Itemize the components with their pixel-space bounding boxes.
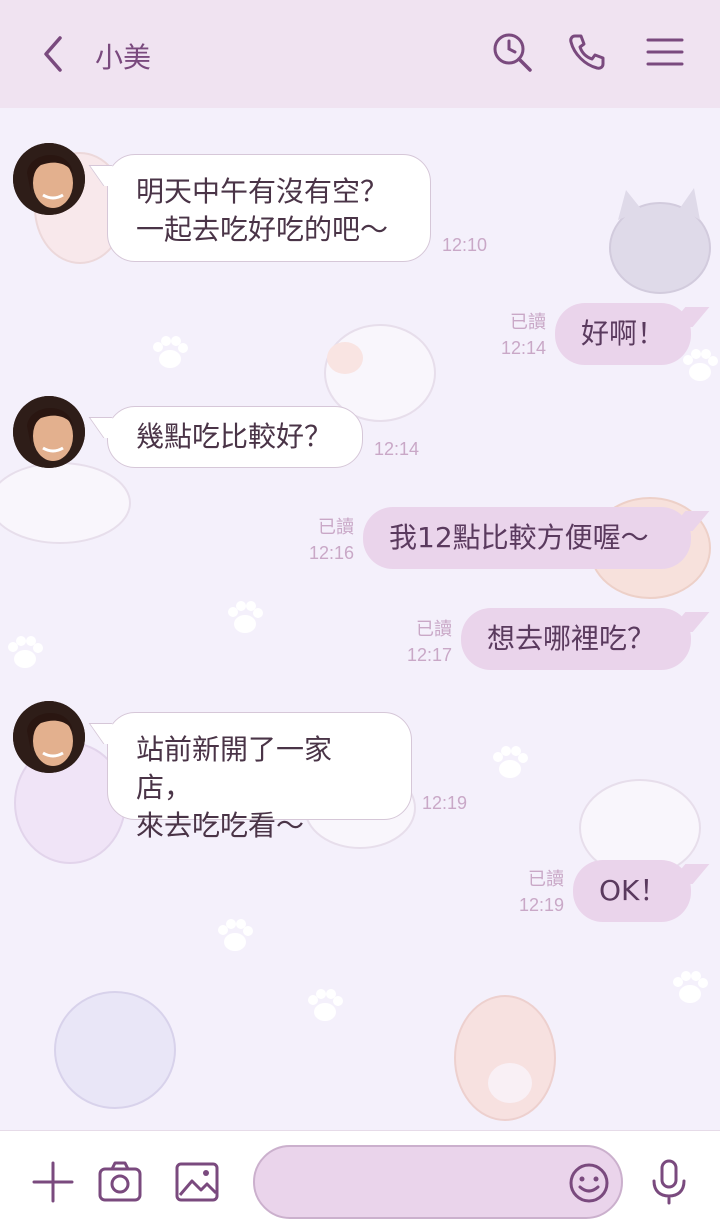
hamburger-menu-icon[interactable] (643, 30, 687, 74)
image-icon[interactable] (174, 1159, 220, 1205)
message-bubble-incoming: 站前新開了一家店， 來去吃吃看～ (107, 712, 412, 842)
message-text: 來去吃吃看～ (136, 809, 305, 842)
read-receipt: 已讀 (416, 619, 452, 639)
message-input-field[interactable] (253, 1145, 623, 1219)
message-time: 12:16 (308, 543, 354, 563)
chat-title: 小美 (95, 41, 152, 74)
message-meta: 已讀 12:14 (480, 309, 546, 361)
chat-header: 小美 (0, 0, 720, 108)
search-clock-icon[interactable] (490, 30, 534, 74)
message-time: 12:17 (406, 645, 452, 665)
message-bubble-outgoing: 好啊！ (555, 303, 691, 365)
message-text: 站前新開了一家店， (136, 733, 333, 804)
camera-icon[interactable] (97, 1159, 143, 1205)
contact-avatar[interactable] (13, 396, 85, 468)
message-text: 一起去吃好吃的吧～ (136, 213, 389, 246)
microphone-icon[interactable] (646, 1159, 692, 1205)
message-composer (0, 1130, 720, 1232)
message-bubble-outgoing: 我12點比較方便喔～ (363, 507, 691, 569)
message-time: 12:14 (374, 439, 420, 459)
message-time: 12:19 (422, 793, 468, 813)
contact-avatar[interactable] (13, 143, 85, 215)
message-time: 12:10 (442, 235, 488, 255)
message-bubble-outgoing: OK！ (573, 860, 691, 922)
contact-avatar[interactable] (13, 701, 85, 773)
message-input[interactable] (275, 1163, 555, 1203)
chevron-left-icon[interactable] (34, 34, 74, 74)
smiley-icon[interactable] (567, 1161, 611, 1205)
message-bubble-incoming: 明天中午有沒有空？ 一起去吃好吃的吧～ (107, 154, 431, 262)
message-meta: 已讀 12:19 (500, 866, 564, 918)
read-receipt: 已讀 (318, 517, 354, 537)
read-receipt: 已讀 (510, 312, 546, 332)
message-time: 12:19 (518, 895, 564, 915)
message-bubble-outgoing: 想去哪裡吃？ (461, 608, 691, 670)
plus-icon[interactable] (30, 1159, 76, 1205)
message-text: 明天中午有沒有空？ (136, 175, 389, 208)
message-time: 12:14 (500, 338, 546, 358)
message-bubble-incoming: 幾點吃比較好？ (107, 406, 363, 468)
message-meta: 已讀 12:16 (290, 514, 354, 566)
message-text: 幾點吃比較好？ (136, 420, 333, 453)
read-receipt: 已讀 (528, 869, 564, 889)
message-meta: 已讀 12:17 (388, 616, 452, 668)
phone-icon[interactable] (565, 30, 609, 74)
